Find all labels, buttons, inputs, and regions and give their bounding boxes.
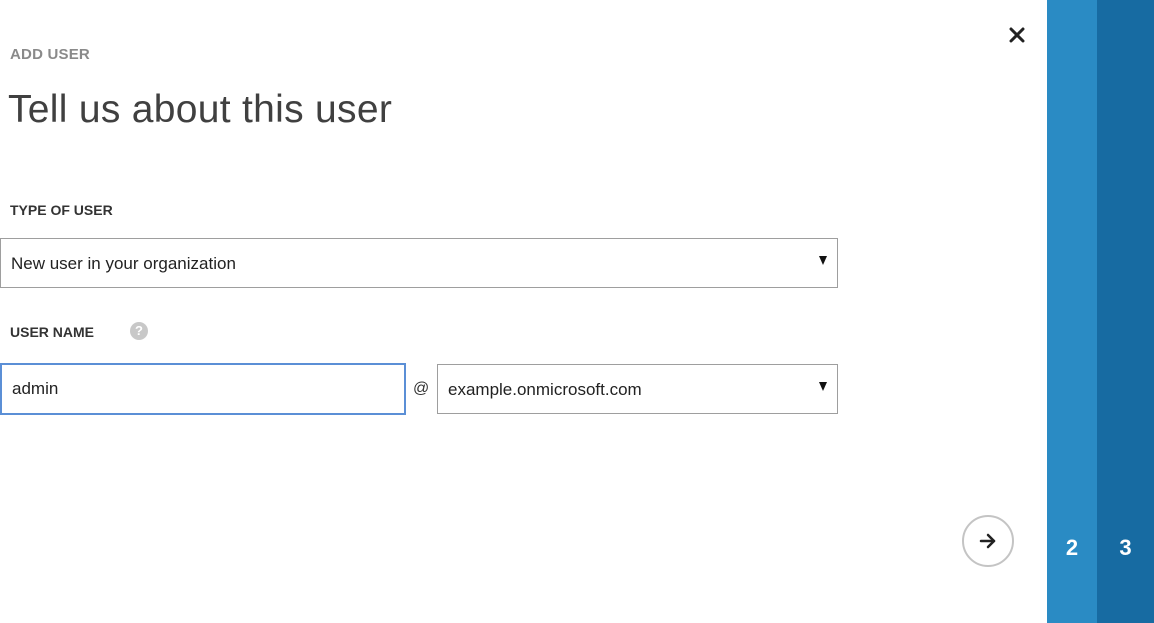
chevron-down-icon bbox=[819, 382, 827, 391]
type-of-user-select[interactable]: New user in your organization bbox=[0, 238, 838, 288]
at-symbol: @ bbox=[413, 380, 430, 397]
close-icon[interactable] bbox=[1007, 25, 1027, 45]
step-number: 3 bbox=[1119, 535, 1132, 560]
domain-value: example.onmicrosoft.com bbox=[448, 380, 642, 399]
user-name-input[interactable] bbox=[0, 363, 406, 415]
dialog-eyebrow: ADD USER bbox=[10, 46, 90, 63]
question-mark-icon[interactable]: ? bbox=[130, 322, 148, 340]
domain-select[interactable]: example.onmicrosoft.com bbox=[437, 364, 838, 414]
wizard-step-2[interactable]: 2 bbox=[1047, 0, 1097, 623]
type-of-user-value: New user in your organization bbox=[11, 254, 236, 273]
arrow-right-icon bbox=[979, 533, 996, 549]
page-title: Tell us about this user bbox=[8, 88, 393, 131]
chevron-down-icon bbox=[819, 256, 827, 265]
next-button[interactable] bbox=[962, 515, 1014, 567]
step-number: 2 bbox=[1065, 535, 1079, 560]
type-of-user-label: TYPE OF USER bbox=[10, 202, 113, 218]
wizard-step-3[interactable]: 3 bbox=[1097, 0, 1154, 623]
user-name-label: USER NAME bbox=[10, 324, 95, 340]
